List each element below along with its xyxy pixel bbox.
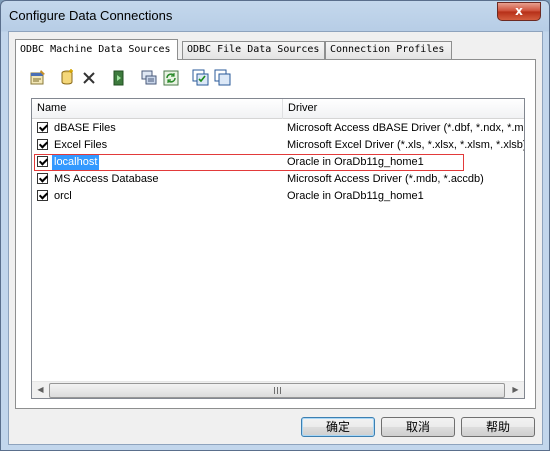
window-title: Configure Data Connections — [9, 8, 173, 23]
scrollbar-thumb[interactable] — [49, 383, 505, 398]
configure-data-connections-dialog: Configure Data Connections x ODBC Machin… — [0, 0, 550, 451]
help-button[interactable]: 帮助 — [461, 417, 535, 437]
datasource-name: Excel Files — [54, 139, 108, 151]
datasource-name: MS Access Database — [54, 173, 159, 185]
datasource-name: orcl — [54, 190, 72, 202]
delete-icon[interactable] — [79, 68, 99, 88]
cancel-button[interactable]: 取消 — [381, 417, 455, 437]
datasource-driver: Microsoft Access Driver (*.mdb, *.accdb) — [287, 173, 484, 185]
uncheck-all-icon[interactable] — [213, 68, 233, 88]
ok-button[interactable]: 确定 — [301, 417, 375, 437]
list-item-selected[interactable]: localhost Oracle in OraDb11g_home1 — [32, 154, 524, 171]
tab-odbc-machine-data-sources[interactable]: ODBC Machine Data Sources — [15, 39, 178, 60]
row-checkbox[interactable] — [37, 139, 48, 150]
scroll-left-icon[interactable]: ◀ — [32, 382, 49, 398]
datasource-name: dBASE Files — [54, 122, 116, 134]
horizontal-scrollbar[interactable]: ◀ ▶ — [32, 381, 524, 398]
check-all-icon[interactable] — [191, 68, 211, 88]
tab-connection-profiles[interactable]: Connection Profiles — [325, 41, 452, 59]
data-sources-list[interactable]: Name Driver dBASE Files Microsoft Access… — [31, 98, 525, 399]
list-item[interactable]: Excel Files Microsoft Excel Driver (*.xl… — [32, 137, 524, 154]
new-datasource-icon[interactable] — [57, 68, 77, 88]
list-item[interactable]: orcl Oracle in OraDb11g_home1 — [32, 188, 524, 205]
datasource-name: localhost — [52, 155, 100, 170]
dialog-client-area: ODBC Machine Data Sources ODBC File Data… — [8, 31, 543, 445]
row-checkbox[interactable] — [37, 173, 48, 184]
list-header: Name Driver — [32, 99, 524, 119]
row-checkbox[interactable] — [37, 156, 48, 167]
grip-icon — [274, 387, 282, 394]
datasource-driver: Oracle in OraDb11g_home1 — [287, 156, 424, 168]
row-checkbox[interactable] — [37, 190, 48, 201]
datasource-driver: Oracle in OraDb11g_home1 — [287, 190, 424, 202]
scroll-right-icon[interactable]: ▶ — [507, 382, 524, 398]
row-checkbox[interactable] — [37, 122, 48, 133]
tab-panel-machine-data-sources: Name Driver dBASE Files Microsoft Access… — [15, 59, 536, 409]
datasource-driver: Microsoft Access dBASE Driver (*.dbf, *.… — [287, 122, 524, 134]
datasource-driver: Microsoft Excel Driver (*.xls, *.xlsx, *… — [287, 139, 524, 151]
refresh-icon[interactable] — [161, 68, 181, 88]
column-header-driver[interactable]: Driver — [283, 99, 524, 119]
close-button[interactable]: x — [497, 2, 541, 21]
list-item[interactable]: MS Access Database Microsoft Access Driv… — [32, 171, 524, 188]
connect-icon[interactable] — [109, 68, 129, 88]
configure-icon[interactable] — [139, 68, 159, 88]
properties-icon[interactable] — [28, 68, 48, 88]
title-bar[interactable]: Configure Data Connections x — [1, 1, 549, 31]
column-header-name[interactable]: Name — [32, 99, 283, 119]
tab-odbc-file-data-sources[interactable]: ODBC File Data Sources — [182, 41, 325, 59]
list-item[interactable]: dBASE Files Microsoft Access dBASE Drive… — [32, 120, 524, 137]
